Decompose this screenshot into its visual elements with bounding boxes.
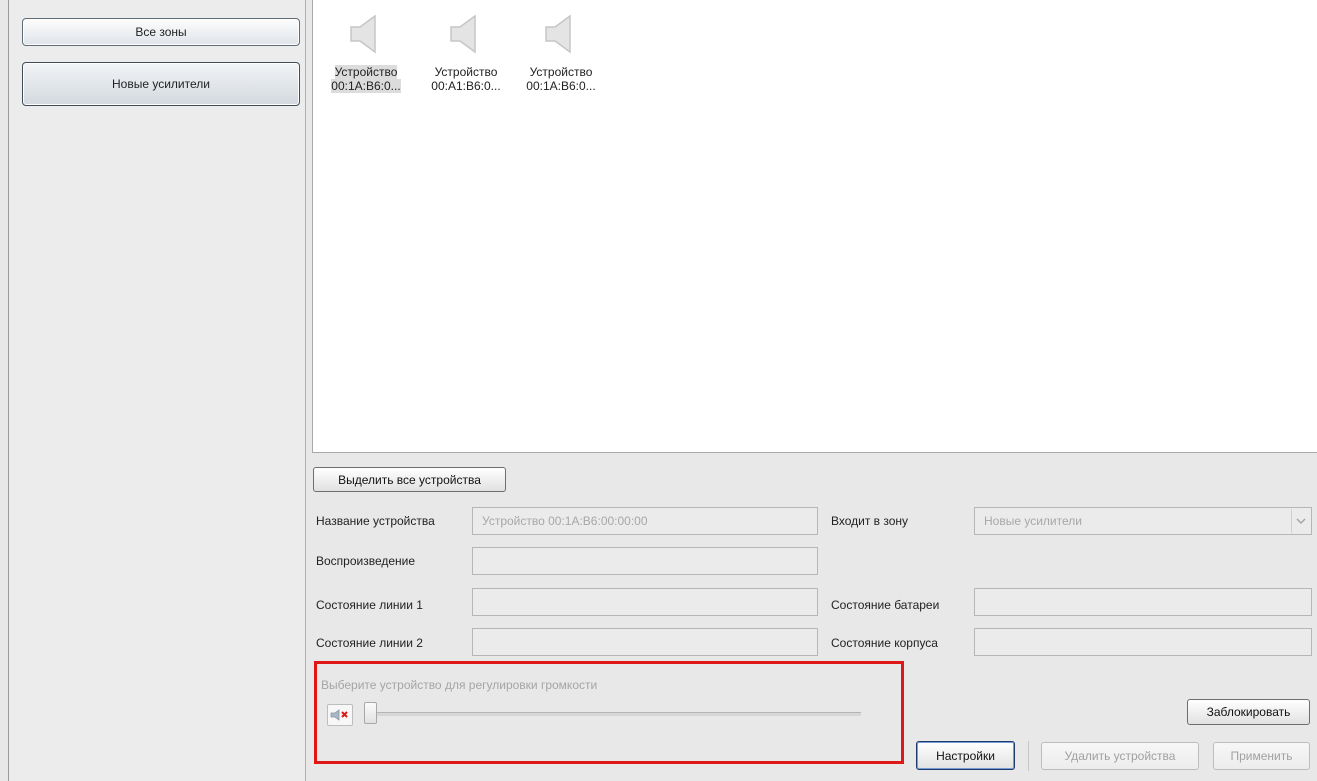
device-name-field[interactable]: Устройство 00:1A:B6:00:00:00 [472,507,818,535]
mute-button[interactable] [327,704,353,726]
volume-slider-track[interactable] [371,712,861,716]
delete-devices-button[interactable]: Удалить устройства [1041,742,1199,770]
chevron-down-icon[interactable] [1291,509,1310,533]
toolbar-separator [1028,741,1029,771]
settings-button[interactable]: Настройки [916,741,1015,770]
playback-field[interactable] [472,547,818,575]
zone-label: Входит в зону [831,514,909,528]
volume-hint: Выберите устройство для регулировки гром… [321,678,598,692]
battery-status-field[interactable] [974,588,1312,616]
playback-label: Воспроизведение [316,554,416,568]
speaker-icon [350,14,376,54]
device-item[interactable]: Устройство 00:1A:B6:0... [511,8,611,93]
apply-button[interactable]: Применить [1213,742,1310,770]
zone-all-button[interactable]: Все зоны [22,18,300,46]
line2-status-label: Состояние линии 2 [316,636,423,650]
device-address: 00:1A:B6:0... [526,79,596,93]
device-name: Устройство [334,65,398,79]
device-address: 00:A1:B6:0... [431,79,501,93]
device-item[interactable]: Устройство 00:1A:B6:0... [316,8,416,93]
main-panel: Устройство 00:1A:B6:0... Устройство 00:A1:… [306,0,1317,781]
zone-select[interactable]: Новые усилители [974,507,1312,535]
speaker-icon [545,14,571,54]
line1-status-field[interactable] [472,588,818,616]
line1-status-label: Состояние линии 1 [316,598,423,612]
mute-icon [330,709,348,721]
volume-slider-thumb[interactable] [364,702,377,724]
device-name: Устройство [529,65,593,79]
device-address: 00:1A:B6:0... [331,79,401,93]
case-status-label: Состояние корпуса [831,636,938,650]
device-item[interactable]: Устройство 00:A1:B6:0... [416,8,516,93]
case-status-field[interactable] [974,628,1312,656]
device-name-label: Название устройства [316,514,435,528]
line2-status-field[interactable] [472,628,818,656]
zone-new-amplifiers-button[interactable]: Новые усилители [22,62,300,106]
battery-status-label: Состояние батареи [831,598,940,612]
zone-select-value: Новые усилители [984,514,1082,528]
device-list[interactable]: Устройство 00:1A:B6:0... Устройство 00:A1:… [312,0,1317,453]
lock-button[interactable]: Заблокировать [1187,699,1310,725]
speaker-icon [450,14,476,54]
zones-sidebar: Все зоны Новые усилители [9,0,306,781]
device-name: Устройство [434,65,498,79]
select-all-devices-button[interactable]: Выделить все устройства [313,467,506,492]
